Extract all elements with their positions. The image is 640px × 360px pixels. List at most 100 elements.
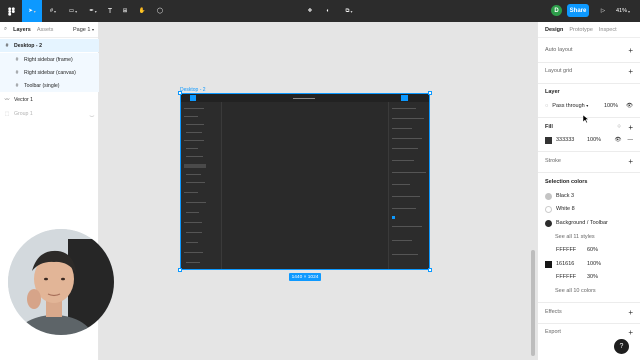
vector-path-icon: 〰 xyxy=(4,97,10,103)
move-tool-button[interactable]: ➤ ▾ xyxy=(22,0,42,22)
add-stroke-button[interactable]: + xyxy=(628,157,633,166)
color-swatch[interactable] xyxy=(545,273,552,281)
resize-handle-top-left[interactable] xyxy=(178,91,182,95)
layer-section-title: Layer xyxy=(545,89,560,95)
add-layout-grid-button[interactable]: + xyxy=(628,67,633,76)
effects-section-header: Effects + xyxy=(545,307,633,317)
selection-colors-header: Selection colors xyxy=(545,177,633,187)
fill-row: 333333 100% 👁 — xyxy=(545,135,633,145)
canvas-vertical-scrollbar[interactable] xyxy=(531,250,535,356)
color-opacity[interactable]: 100% xyxy=(587,261,601,267)
color-hex[interactable]: FFFFFF xyxy=(556,247,576,253)
figma-menu-icon[interactable] xyxy=(0,0,22,22)
left-panel-tabs: ⌕ Layers Assets Page 1 ▾ xyxy=(0,22,98,38)
hand-tool-button[interactable]: ✋ xyxy=(136,0,148,22)
layer-toolbar-single[interactable]: # Toolbar (single) xyxy=(0,79,99,92)
group-icon: ⬚ xyxy=(4,110,10,117)
style-grid-icon[interactable]: ⁘ xyxy=(617,124,622,130)
fill-opacity-input[interactable]: 100% xyxy=(587,137,601,143)
fill-visibility-icon[interactable]: 👁 xyxy=(615,137,622,143)
frame-preview-right-panel xyxy=(388,102,429,269)
color-swatch[interactable] xyxy=(545,260,552,268)
frame-hash-icon: # xyxy=(15,82,19,89)
text-tool-button[interactable]: T xyxy=(104,0,116,22)
help-button[interactable]: ? xyxy=(614,339,629,354)
auto-layout-label: Auto layout xyxy=(545,47,573,53)
layer-blend-row: ◌ Pass through ▾ 100% 👁 xyxy=(545,101,633,111)
shape-tool-button[interactable]: ▭ ▾ xyxy=(64,0,82,22)
frame-hash-icon: # xyxy=(49,8,54,14)
effects-section-title: Effects xyxy=(545,309,562,315)
frame-tool-button[interactable]: # ▾ xyxy=(44,0,62,22)
resize-handle-bottom-right[interactable] xyxy=(428,268,432,272)
remove-fill-icon[interactable]: — xyxy=(628,137,634,143)
layer-group-1[interactable]: ⬚ Group 1 ‿ xyxy=(0,107,99,120)
layer-right-sidebar-frame[interactable]: # Right sidebar (frame) xyxy=(0,53,99,66)
person-video-image xyxy=(8,229,114,335)
selection-colors-title: Selection colors xyxy=(545,179,588,185)
layer-desktop-2[interactable]: # Desktop - 2 xyxy=(0,39,99,52)
user-avatar[interactable]: D xyxy=(551,5,562,16)
color-hex[interactable]: FFFFFF xyxy=(556,274,576,280)
component-button[interactable]: ❖ xyxy=(304,0,316,22)
stroke-section-header: Stroke + xyxy=(545,156,633,166)
zoom-menu[interactable]: 41% ▾ xyxy=(616,0,630,22)
resize-handle-bottom-left[interactable] xyxy=(178,268,182,272)
resources-icon: ⊞ xyxy=(122,8,128,14)
color-opacity[interactable]: 60% xyxy=(587,247,598,253)
style-item-white-8[interactable]: White 8 xyxy=(545,204,633,214)
color-opacity[interactable]: 30% xyxy=(587,274,598,280)
color-swatch[interactable] xyxy=(545,246,552,254)
page-selector[interactable]: Page 1 ▾ xyxy=(73,27,94,33)
see-all-colors-link[interactable]: See all 10 colors xyxy=(545,286,633,296)
fill-color-swatch[interactable] xyxy=(545,136,552,144)
layer-vector-1[interactable]: 〰 Vector 1 xyxy=(0,93,99,106)
layer-label: Right sidebar (canvas) xyxy=(24,69,76,76)
pen-tool-button[interactable]: ✒ ▾ xyxy=(84,0,102,22)
selected-frame-desktop-2[interactable] xyxy=(180,93,430,270)
fill-hex-input[interactable]: 333333 xyxy=(556,137,574,143)
design-panel: Design Prototype Inspect Auto layout + L… xyxy=(537,22,640,360)
rectangle-icon: ▭ xyxy=(68,8,75,14)
layer-label: Right sidebar (frame) xyxy=(24,56,73,63)
tab-inspect[interactable]: Inspect xyxy=(599,27,617,33)
resize-handle-top-right[interactable] xyxy=(428,91,432,95)
add-auto-layout-button[interactable]: + xyxy=(628,46,633,55)
color-item-ffffff-60[interactable]: FFFFFF 60% xyxy=(545,245,633,255)
comment-tool-button[interactable]: ◯ xyxy=(154,0,166,22)
color-item-161616-100[interactable]: 161616 100% xyxy=(545,259,633,269)
frame-hash-icon: # xyxy=(5,42,9,49)
layer-label: Desktop - 2 xyxy=(14,42,42,49)
tab-design[interactable]: Design xyxy=(545,27,563,33)
search-icon[interactable]: ⌕ xyxy=(4,26,7,33)
tab-assets[interactable]: Assets xyxy=(37,27,54,33)
pen-icon: ✒ xyxy=(89,8,94,14)
boolean-union-icon: ⧉ xyxy=(345,7,350,14)
layer-right-sidebar-canvas[interactable]: # Right sidebar (canvas) xyxy=(0,66,99,79)
add-export-button[interactable]: + xyxy=(628,328,633,337)
style-item-black-3[interactable]: Black 3 xyxy=(545,191,633,201)
color-hex[interactable]: 161616 xyxy=(556,261,574,267)
color-item-ffffff-30[interactable]: FFFFFF 30% xyxy=(545,272,633,282)
boolean-button[interactable]: ⧉ ▾ xyxy=(340,0,358,22)
hidden-eye-icon[interactable]: ‿ xyxy=(90,111,94,117)
tab-layers[interactable]: Layers xyxy=(13,27,31,33)
add-effect-button[interactable]: + xyxy=(628,308,633,317)
blend-mode-dropdown[interactable]: Pass through ▾ xyxy=(552,103,588,109)
cursor-arrow-icon: ➤ xyxy=(28,8,33,14)
present-button[interactable]: ▷ xyxy=(597,0,609,22)
eye-visibility-icon[interactable]: 👁 xyxy=(626,103,633,109)
style-name: White 8 xyxy=(556,206,575,212)
layout-grid-row: Layout grid + xyxy=(545,66,633,76)
see-all-styles-link[interactable]: See all 11 styles xyxy=(545,232,633,242)
tab-prototype[interactable]: Prototype xyxy=(569,27,593,33)
mask-button[interactable]: ◐ xyxy=(322,0,334,22)
layer-label: Vector 1 xyxy=(14,96,34,103)
layer-opacity-input[interactable]: 100% xyxy=(604,103,618,109)
style-item-background-toolbar[interactable]: Background / Toolbar xyxy=(545,218,633,228)
divider xyxy=(538,62,640,63)
share-button[interactable]: Share xyxy=(567,4,589,17)
right-panel-tabs: Design Prototype Inspect xyxy=(538,22,640,38)
add-fill-button[interactable]: + xyxy=(628,123,633,132)
resources-button[interactable]: ⊞ xyxy=(119,0,131,22)
